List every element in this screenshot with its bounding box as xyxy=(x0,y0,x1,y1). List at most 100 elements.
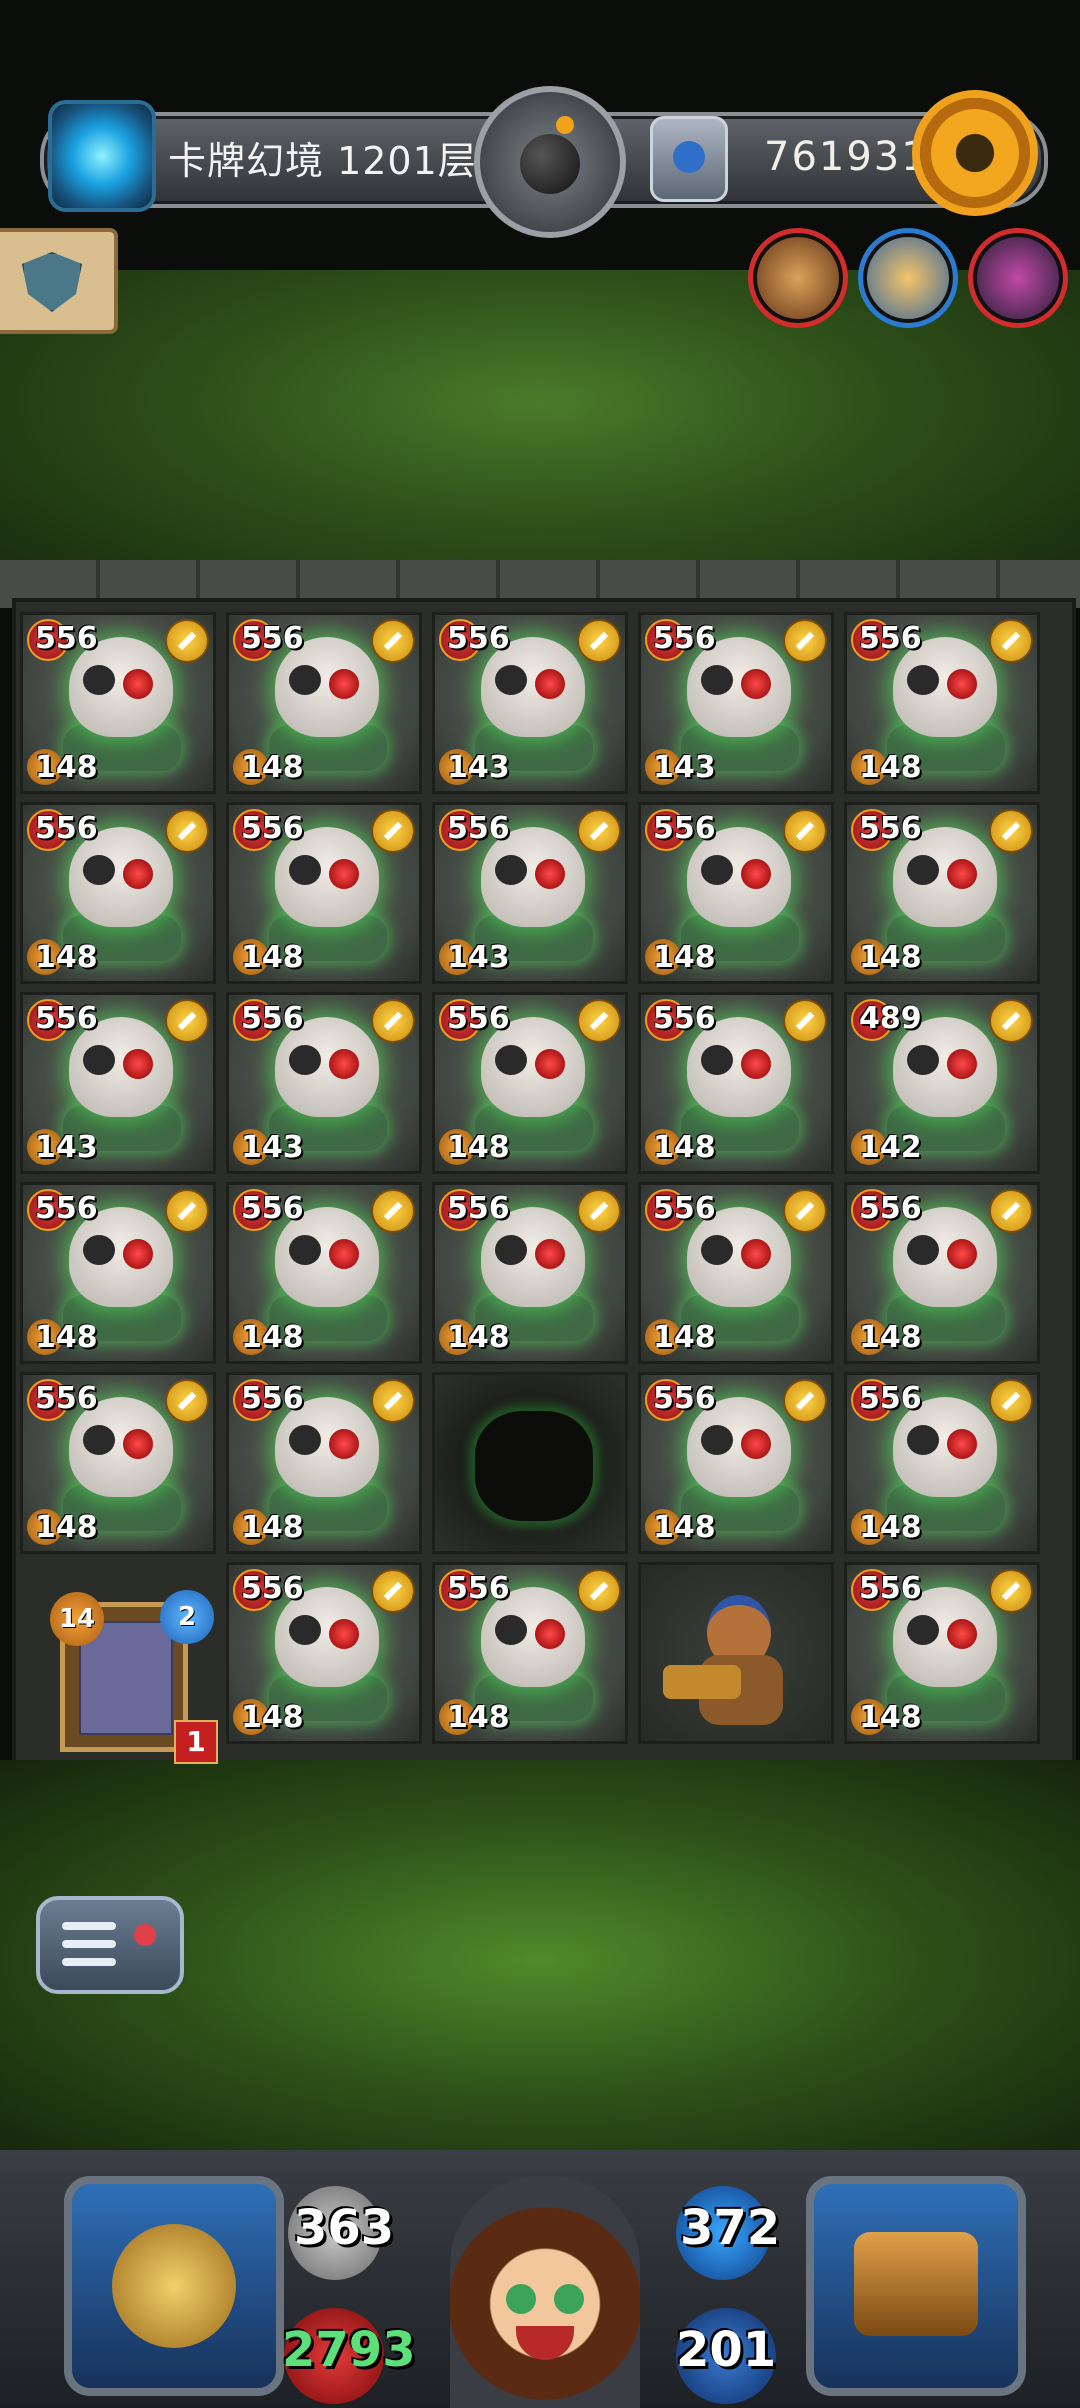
enemy-tile[interactable]: 556 148 xyxy=(226,1182,422,1364)
sword-icon xyxy=(577,1569,621,1613)
enemy-attack: 556 xyxy=(859,1191,922,1226)
gold-count: 761931 xyxy=(764,134,929,180)
sword-icon xyxy=(989,999,1033,1043)
bomb-medal-icon[interactable] xyxy=(474,86,626,238)
enemy-attack: 556 xyxy=(859,1381,922,1416)
enemy-hp: 148 xyxy=(241,750,304,785)
enemy-tile[interactable]: 489 142 xyxy=(844,992,1040,1174)
enemy-tile[interactable]: 556 148 xyxy=(844,802,1040,984)
enemy-attack: 556 xyxy=(447,1001,510,1036)
enemy-attack: 556 xyxy=(241,621,304,656)
enemy-hp: 148 xyxy=(653,940,716,975)
portal-icon[interactable] xyxy=(48,100,156,212)
enemy-attack: 556 xyxy=(447,811,510,846)
blond-hero-portrait[interactable] xyxy=(858,228,958,328)
enemy-tile[interactable]: 556 148 xyxy=(844,1182,1040,1364)
enemy-tile[interactable]: 556 148 xyxy=(20,1372,216,1554)
enemy-tile[interactable]: 556 143 xyxy=(432,612,628,794)
enemy-attack: 556 xyxy=(653,621,716,656)
enemy-attack: 556 xyxy=(241,1571,304,1606)
enemy-tile[interactable]: 556 148 xyxy=(432,992,628,1174)
spellbook-icon xyxy=(854,2232,978,2336)
enemy-attack: 556 xyxy=(35,811,98,846)
enemy-tile[interactable]: 556 148 xyxy=(226,1372,422,1554)
enemy-hp: 142 xyxy=(859,1130,922,1165)
enemy-hp: 148 xyxy=(447,1320,510,1355)
enemy-hp: 143 xyxy=(35,1130,98,1165)
enemy-tile[interactable]: 556 148 xyxy=(638,992,834,1174)
enemy-tile[interactable]: 556 148 xyxy=(226,612,422,794)
equipment-slot-button[interactable] xyxy=(64,2176,284,2396)
sword-icon xyxy=(783,1189,827,1233)
enemy-hp: 143 xyxy=(241,1130,304,1165)
sword-icon xyxy=(989,809,1033,853)
hammer-hero-portrait[interactable] xyxy=(748,228,848,328)
enemy-tile[interactable]: 556 148 xyxy=(844,612,1040,794)
sword-icon xyxy=(989,1569,1033,1613)
enemy-hp: 148 xyxy=(447,1700,510,1735)
enemy-attack: 556 xyxy=(241,1001,304,1036)
sword-icon xyxy=(165,999,209,1043)
enemy-hp: 148 xyxy=(653,1320,716,1355)
card-cost-badge: 2 xyxy=(160,1590,214,1644)
enemy-tile[interactable]: 556 148 xyxy=(20,802,216,984)
inventory-slot-button[interactable] xyxy=(806,2176,1026,2396)
enemy-tile[interactable]: 556 143 xyxy=(432,802,628,984)
enemy-hp: 148 xyxy=(653,1130,716,1165)
enemy-tile[interactable]: 556 143 xyxy=(226,992,422,1174)
shield-button[interactable] xyxy=(0,228,118,334)
enemy-hp: 148 xyxy=(35,750,98,785)
gear-icon[interactable] xyxy=(920,98,1030,208)
enemy-hp: 148 xyxy=(859,1700,922,1735)
card-stack[interactable]: 14 2 1 xyxy=(50,1590,218,1764)
enemy-hp: 148 xyxy=(859,1510,922,1545)
enemy-tile[interactable]: 556 148 xyxy=(226,802,422,984)
enemy-attack: 556 xyxy=(653,1191,716,1226)
sword-icon xyxy=(783,619,827,663)
menu-line-icon xyxy=(62,1940,116,1948)
enemy-tile[interactable]: 556 143 xyxy=(638,612,834,794)
enemy-tile[interactable]: 556 148 xyxy=(638,1182,834,1364)
enemy-tile[interactable]: 556 148 xyxy=(20,612,216,794)
shield-icon xyxy=(22,252,82,312)
enemy-attack: 489 xyxy=(859,1001,922,1036)
player-tile[interactable] xyxy=(638,1562,834,1744)
enemy-attack: 556 xyxy=(35,621,98,656)
enemy-tile[interactable]: 556 143 xyxy=(20,992,216,1174)
enemy-tile[interactable]: 556 148 xyxy=(226,1562,422,1744)
mana-value: 201 xyxy=(676,2322,777,2378)
sword-icon xyxy=(165,619,209,663)
enemy-hp: 143 xyxy=(653,750,716,785)
enemy-attack: 556 xyxy=(35,1381,98,1416)
enemy-tile[interactable]: 556 148 xyxy=(844,1562,1040,1744)
enemy-tile[interactable]: 556 148 xyxy=(844,1372,1040,1554)
pit-tile[interactable] xyxy=(432,1372,628,1554)
sword-icon xyxy=(783,999,827,1043)
enemy-attack: 556 xyxy=(653,1001,716,1036)
enemy-attack: 556 xyxy=(35,1191,98,1226)
enemy-tile[interactable]: 556 148 xyxy=(638,802,834,984)
sword-icon xyxy=(371,1189,415,1233)
dark-hero-portrait[interactable] xyxy=(968,228,1068,328)
defense-value: 372 xyxy=(680,2200,781,2256)
sword-icon xyxy=(989,619,1033,663)
attack-value: 363 xyxy=(294,2200,395,2256)
card-level-badge: 1 xyxy=(174,1720,218,1764)
enemy-tile[interactable]: 556 148 xyxy=(20,1182,216,1364)
enemy-hp: 148 xyxy=(35,1320,98,1355)
menu-button[interactable] xyxy=(36,1896,184,1994)
enemy-tile[interactable]: 556 148 xyxy=(432,1182,628,1364)
enemy-attack: 556 xyxy=(859,1571,922,1606)
enemy-tile[interactable]: 556 148 xyxy=(432,1562,628,1744)
hero-avatar[interactable] xyxy=(450,2176,640,2408)
enemy-attack: 556 xyxy=(653,811,716,846)
sword-icon xyxy=(577,1189,621,1233)
enemy-hp: 148 xyxy=(241,1320,304,1355)
hp-value: 2793 xyxy=(282,2322,416,2378)
sword-icon xyxy=(371,1379,415,1423)
level-title: 卡牌幻境 1201层 xyxy=(168,139,477,183)
menu-line-icon xyxy=(62,1922,116,1930)
enemy-hp: 148 xyxy=(653,1510,716,1545)
enemy-hp: 148 xyxy=(859,940,922,975)
enemy-tile[interactable]: 556 148 xyxy=(638,1372,834,1554)
